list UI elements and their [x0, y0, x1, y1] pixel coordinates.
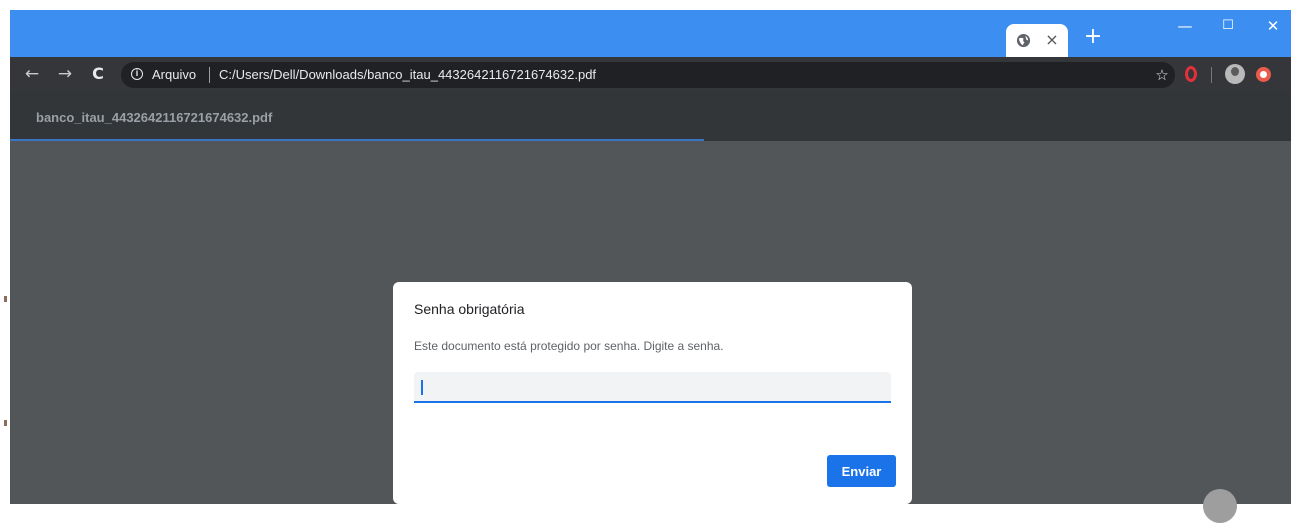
new-tab-button[interactable]: +	[1082, 26, 1104, 48]
tab-active[interactable]: ×	[1006, 24, 1068, 57]
dialog-title: Senha obrigatória	[414, 301, 525, 317]
close-window-button[interactable]: ✕	[1253, 14, 1291, 38]
globe-icon	[1016, 33, 1031, 48]
text-caret	[421, 380, 423, 395]
back-button[interactable]: ←	[21, 63, 43, 85]
address-divider	[209, 67, 210, 83]
opera-icon[interactable]	[1185, 66, 1197, 82]
maximize-button[interactable]: ☐	[1208, 14, 1248, 38]
password-input[interactable]	[414, 372, 891, 403]
reload-button[interactable]: C	[87, 63, 109, 85]
pdf-toolbar: banco_itau_4432642116721674632.pdf	[10, 91, 1291, 141]
browser-window: × + — ☐ ✕ ← → C i Arquivo C:/Users/Dell/…	[10, 10, 1291, 504]
pdf-title: banco_itau_4432642116721674632.pdf	[36, 110, 273, 125]
extension-icon[interactable]	[1256, 67, 1271, 82]
minimize-button[interactable]: —	[1165, 14, 1205, 38]
edge-artifact	[4, 420, 7, 426]
browser-toolbar: ← → C i Arquivo C:/Users/Dell/Downloads/…	[10, 57, 1291, 91]
submit-button[interactable]: Enviar	[827, 455, 896, 487]
forward-button[interactable]: →	[54, 63, 76, 85]
tab-strip: × + — ☐ ✕	[10, 10, 1291, 57]
edge-artifact	[4, 296, 7, 302]
bookmark-star-icon[interactable]: ☆	[1153, 65, 1171, 85]
password-dialog: Senha obrigatória Este documento está pr…	[393, 282, 912, 504]
address-scheme-label: Arquivo	[152, 67, 197, 82]
address-url[interactable]: C:/Users/Dell/Downloads/banco_itau_44326…	[219, 66, 596, 84]
dialog-message: Este documento está protegido por senha.…	[414, 339, 724, 353]
tab-close-icon[interactable]: ×	[1043, 30, 1061, 50]
toolbar-divider	[1211, 67, 1212, 83]
info-icon[interactable]: i	[131, 68, 143, 80]
avatar[interactable]	[1225, 64, 1245, 84]
address-bar[interactable]: i Arquivo C:/Users/Dell/Downloads/banco_…	[121, 62, 1175, 88]
zoom-fab-button[interactable]	[1203, 489, 1237, 523]
